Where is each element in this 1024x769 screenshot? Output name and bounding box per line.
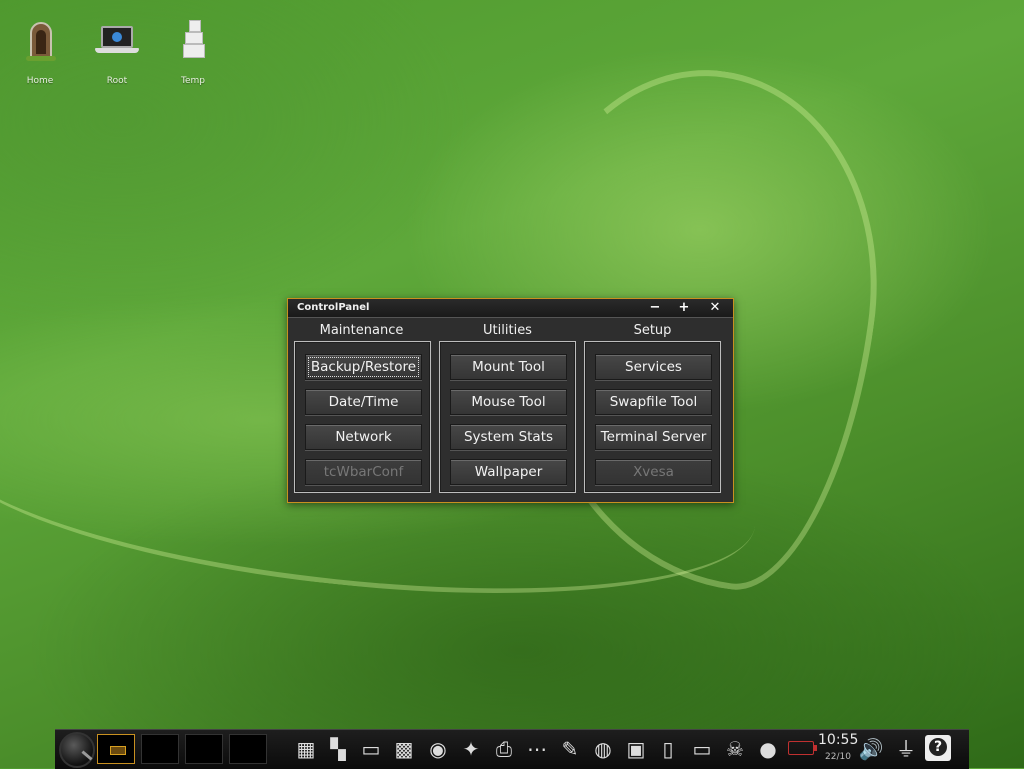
camera-icon[interactable]: ● <box>755 735 781 763</box>
workspace-1[interactable] <box>97 734 135 764</box>
battery-icon[interactable] <box>788 741 817 755</box>
photo-icon[interactable]: ▣ <box>623 735 649 763</box>
utilities-group: Mount Tool Mouse Tool System Stats Wallp… <box>439 341 576 493</box>
desktop-icon-root[interactable]: Root <box>87 18 147 86</box>
knob-icon[interactable]: ◍ <box>590 735 616 763</box>
column-title-setup: Setup <box>633 323 672 338</box>
tcwbarconf-button: tcWbarConf <box>305 459 422 485</box>
desktop-icon-label: Temp <box>181 76 205 86</box>
desktop-icon-label: Home <box>26 76 54 86</box>
laptop-icon <box>95 18 139 62</box>
windows-grid-icon[interactable]: ▦ <box>293 735 319 763</box>
maximize-button[interactable]: + <box>675 300 693 316</box>
services-button[interactable]: Services <box>595 354 712 380</box>
dots-icon[interactable]: ⋯ <box>524 735 550 763</box>
network-button[interactable]: Network <box>305 424 422 450</box>
monitor-icon[interactable]: ▭ <box>689 735 715 763</box>
backup-restore-button[interactable]: Backup/Restore <box>305 354 422 380</box>
terminal-server-button[interactable]: Terminal Server <box>595 424 712 450</box>
boxes-icon <box>171 18 215 62</box>
xvesa-button: Xvesa <box>595 459 712 485</box>
desktop-icon-home[interactable]: Home <box>10 18 70 86</box>
close-button[interactable]: ✕ <box>706 300 724 316</box>
clock[interactable]: 10:55 <box>818 732 858 748</box>
desktop-icon-label: Root <box>106 76 128 86</box>
system-stats-button[interactable]: System Stats <box>450 424 567 450</box>
column-title-maintenance: Maintenance <box>319 323 404 338</box>
window-titlebar[interactable]: ControlPanel − + ✕ <box>288 299 733 318</box>
mouse-tool-button[interactable]: Mouse Tool <box>450 389 567 415</box>
workspace-4[interactable] <box>229 734 267 764</box>
usb-icon[interactable]: ⏚ <box>893 735 919 763</box>
date: 22/10 <box>825 752 851 762</box>
tiles-icon[interactable]: ▚ <box>325 735 351 763</box>
column-title-utilities: Utilities <box>483 323 532 338</box>
date-time-button[interactable]: Date/Time <box>305 389 422 415</box>
notepad-icon[interactable]: ✎ <box>557 735 583 763</box>
wallpaper-button[interactable]: Wallpaper <box>450 459 567 485</box>
setup-group: Services Swapfile Tool Terminal Server X… <box>584 341 721 493</box>
terminal-icon[interactable]: ▭ <box>358 735 384 763</box>
volume-icon[interactable]: 🔊 <box>858 735 884 763</box>
door-icon <box>18 18 62 62</box>
workspace-3[interactable] <box>185 734 223 764</box>
calculator-icon[interactable]: ▩ <box>391 735 417 763</box>
desktop-icon-temp[interactable]: Temp <box>163 18 223 86</box>
window-title: ControlPanel <box>297 302 370 313</box>
minimize-button[interactable]: − <box>646 300 664 316</box>
wand-icon[interactable]: ✦ <box>458 735 484 763</box>
ipod-icon[interactable]: ▯ <box>655 735 681 763</box>
taskbar: ▦ ▚ ▭ ▩ ◉ ✦ ⎙ ⋯ ✎ ◍ ▣ ▯ ▭ ☠ ● 10:55 22/1… <box>55 729 969 769</box>
printer-icon[interactable]: ⎙ <box>491 735 517 763</box>
help-icon[interactable] <box>925 735 951 761</box>
start-menu-icon[interactable] <box>59 732 95 768</box>
pirate-icon[interactable]: ☠ <box>722 735 748 763</box>
control-panel-window: ControlPanel − + ✕ Maintenance Utilities… <box>287 298 734 503</box>
maintenance-group: Backup/Restore Date/Time Network tcWbarC… <box>294 341 431 493</box>
mount-tool-button[interactable]: Mount Tool <box>450 354 567 380</box>
workspace-2[interactable] <box>141 734 179 764</box>
swapfile-tool-button[interactable]: Swapfile Tool <box>595 389 712 415</box>
disk-install-icon[interactable]: ◉ <box>425 735 451 763</box>
